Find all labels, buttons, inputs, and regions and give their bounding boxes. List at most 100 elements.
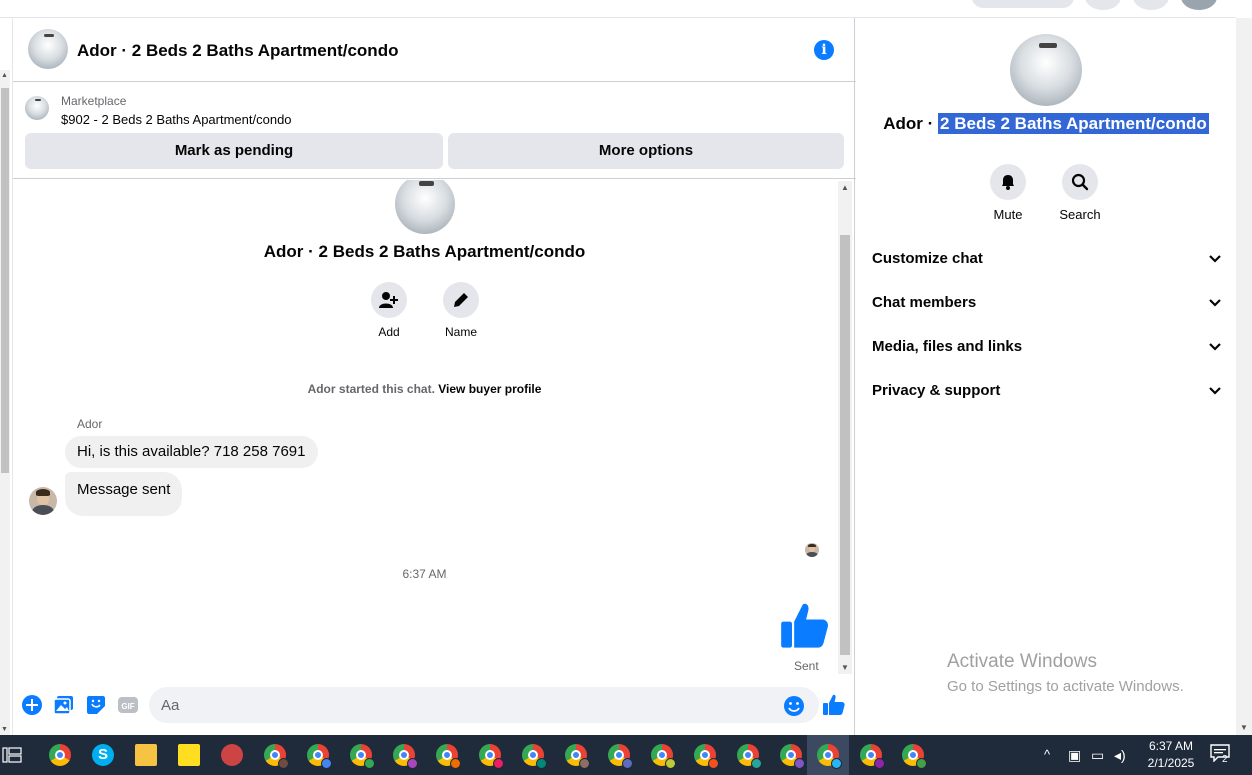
- sticker-icon[interactable]: [85, 694, 107, 716]
- chevron-down-icon: [1209, 255, 1221, 263]
- privacy-support-section[interactable]: Privacy & support: [872, 376, 1222, 406]
- chrome-profile-icon[interactable]: [860, 744, 885, 769]
- media-files-links-section[interactable]: Media, files and links: [872, 332, 1222, 362]
- chrome-profile-icon[interactable]: [307, 744, 332, 769]
- chrome-profile-icon[interactable]: [902, 744, 927, 769]
- customize-chat-section[interactable]: Customize chat: [872, 244, 1222, 274]
- nav-circle-button[interactable]: [1085, 0, 1121, 10]
- chat-header: Ador · 2 Beds 2 Baths Apartment/condo i: [13, 18, 856, 82]
- chat-title[interactable]: Ador · 2 Beds 2 Baths Apartment/condo: [77, 41, 398, 61]
- scroll-down-arrow-icon[interactable]: ▼: [1240, 723, 1248, 732]
- chevron-up-icon[interactable]: ^: [1044, 735, 1050, 775]
- chrome-profile-icon[interactable]: [264, 744, 289, 769]
- chat-members-section[interactable]: Chat members: [872, 288, 1222, 318]
- pencil-icon: [443, 282, 479, 318]
- plus-circle-icon[interactable]: [21, 694, 43, 716]
- skype-icon[interactable]: S: [92, 744, 114, 766]
- chrome-profile-icon[interactable]: [393, 744, 418, 769]
- started-text: Ador started this chat.: [307, 382, 435, 396]
- info-icon[interactable]: i: [814, 40, 834, 60]
- add-label: Add: [378, 325, 400, 339]
- scroll-up-arrow-icon[interactable]: ▲: [841, 183, 849, 192]
- sender-name: Ador: [77, 417, 103, 431]
- send-like-icon[interactable]: [822, 693, 846, 717]
- chat-avatar[interactable]: [28, 29, 68, 69]
- chrome-icon[interactable]: [49, 744, 71, 766]
- listing-thumbnail[interactable]: [25, 96, 49, 120]
- conversation-title: Ador · 2 Beds 2 Baths Apartment/condo: [263, 242, 586, 261]
- chrome-profile-icon[interactable]: [817, 744, 842, 769]
- chrome-profile-icon[interactable]: [780, 744, 805, 769]
- message-bubble[interactable]: Hi, is this available? 718 258 7691: [65, 436, 318, 468]
- task-view-icon[interactable]: [2, 746, 22, 764]
- section-label: Chat members: [872, 294, 977, 311]
- snipping-tool-icon[interactable]: [221, 744, 243, 766]
- search-icon: [1062, 164, 1098, 200]
- sent-status: Sent: [794, 659, 819, 673]
- details-scrollbar[interactable]: ▼: [1236, 18, 1252, 735]
- details-title-selected: 2 Beds 2 Baths Apartment/condo: [938, 113, 1209, 134]
- svg-text:GIF: GIF: [121, 702, 134, 711]
- chevron-down-icon: [1209, 299, 1221, 307]
- section-label: Customize chat: [872, 250, 983, 267]
- sender-avatar[interactable]: [29, 487, 57, 515]
- scroll-down-arrow-icon[interactable]: ▼: [1, 726, 8, 733]
- marketplace-label: Marketplace: [61, 94, 127, 108]
- more-options-button[interactable]: More options: [448, 133, 844, 169]
- meet-now-icon[interactable]: ▣: [1068, 735, 1081, 775]
- photo-icon[interactable]: [53, 694, 75, 716]
- emoji-icon[interactable]: [783, 695, 805, 717]
- listing-title[interactable]: $902 - 2 Beds 2 Baths Apartment/condo: [61, 112, 292, 127]
- clock-time: 6:37 AM: [1148, 739, 1194, 753]
- volume-icon[interactable]: ◂): [1114, 735, 1126, 775]
- details-title[interactable]: Ador · 2 Beds 2 Baths Apartment/condo: [856, 113, 1236, 134]
- chat-scroll-thumb[interactable]: [840, 235, 850, 655]
- chrome-profile-icon[interactable]: [651, 744, 676, 769]
- name-label: Name: [444, 325, 477, 339]
- watermark-line2: Go to Settings to activate Windows.: [947, 678, 1184, 695]
- nav-circle-button[interactable]: [1133, 0, 1169, 10]
- notification-center-icon[interactable]: 2: [1210, 744, 1232, 765]
- page-scroll-thumb[interactable]: [1, 88, 9, 473]
- gif-icon[interactable]: GIF: [117, 694, 139, 716]
- search-in-chat-button[interactable]: Search: [1044, 164, 1116, 222]
- name-chat-button[interactable]: Name: [431, 282, 491, 339]
- chrome-profile-icon[interactable]: [436, 744, 461, 769]
- nav-pill-button[interactable]: [972, 0, 1074, 8]
- scroll-down-arrow-icon[interactable]: ▼: [841, 663, 849, 672]
- chrome-profile-icon[interactable]: [565, 744, 590, 769]
- chrome-profile-icon[interactable]: [694, 744, 719, 769]
- mute-button[interactable]: Mute: [972, 164, 1044, 222]
- page-scrollbar[interactable]: ▲ ▼: [0, 70, 10, 735]
- seen-by-avatar: [805, 543, 819, 557]
- section-label: Privacy & support: [872, 382, 1001, 399]
- chat-scrollbar[interactable]: ▲ ▼: [838, 181, 852, 674]
- chrome-profile-icon[interactable]: [737, 744, 762, 769]
- scroll-up-arrow-icon[interactable]: ▲: [1, 72, 8, 79]
- chrome-profile-icon[interactable]: [350, 744, 375, 769]
- sticky-notes-icon[interactable]: [178, 744, 200, 766]
- chrome-profile-icon[interactable]: [522, 744, 547, 769]
- view-buyer-profile-link[interactable]: View buyer profile: [438, 382, 541, 396]
- chat-started-notice: Ador started this chat. View buyer profi…: [13, 382, 836, 396]
- chrome-profile-icon[interactable]: [479, 744, 504, 769]
- add-people-button[interactable]: Add: [359, 282, 419, 339]
- chevron-down-icon: [1209, 387, 1221, 395]
- message-timestamp: 6:37 AM: [402, 567, 447, 581]
- top-nav-strip: [0, 0, 1236, 18]
- file-explorer-icon[interactable]: [135, 744, 157, 766]
- system-clock[interactable]: 6:37 AM 2/1/2025: [1140, 738, 1202, 772]
- add-person-icon: [371, 282, 407, 318]
- section-label: Media, files and links: [872, 338, 1023, 355]
- message-list: Ador · 2 Beds 2 Baths Apartment/condo Ad…: [13, 180, 836, 675]
- mark-as-pending-button[interactable]: Mark as pending: [25, 133, 443, 169]
- details-avatar: [1010, 34, 1082, 106]
- chrome-profile-icon[interactable]: [608, 744, 633, 769]
- message-bubble[interactable]: Message sent: [65, 472, 183, 516]
- network-icon[interactable]: ▭: [1091, 735, 1104, 775]
- account-avatar[interactable]: [1181, 0, 1217, 10]
- message-input[interactable]: [149, 687, 819, 723]
- conversation-avatar: [395, 180, 455, 234]
- thumbs-up-icon[interactable]: [779, 600, 831, 652]
- activate-windows-watermark: Activate Windows Go to Settings to activ…: [947, 651, 1184, 695]
